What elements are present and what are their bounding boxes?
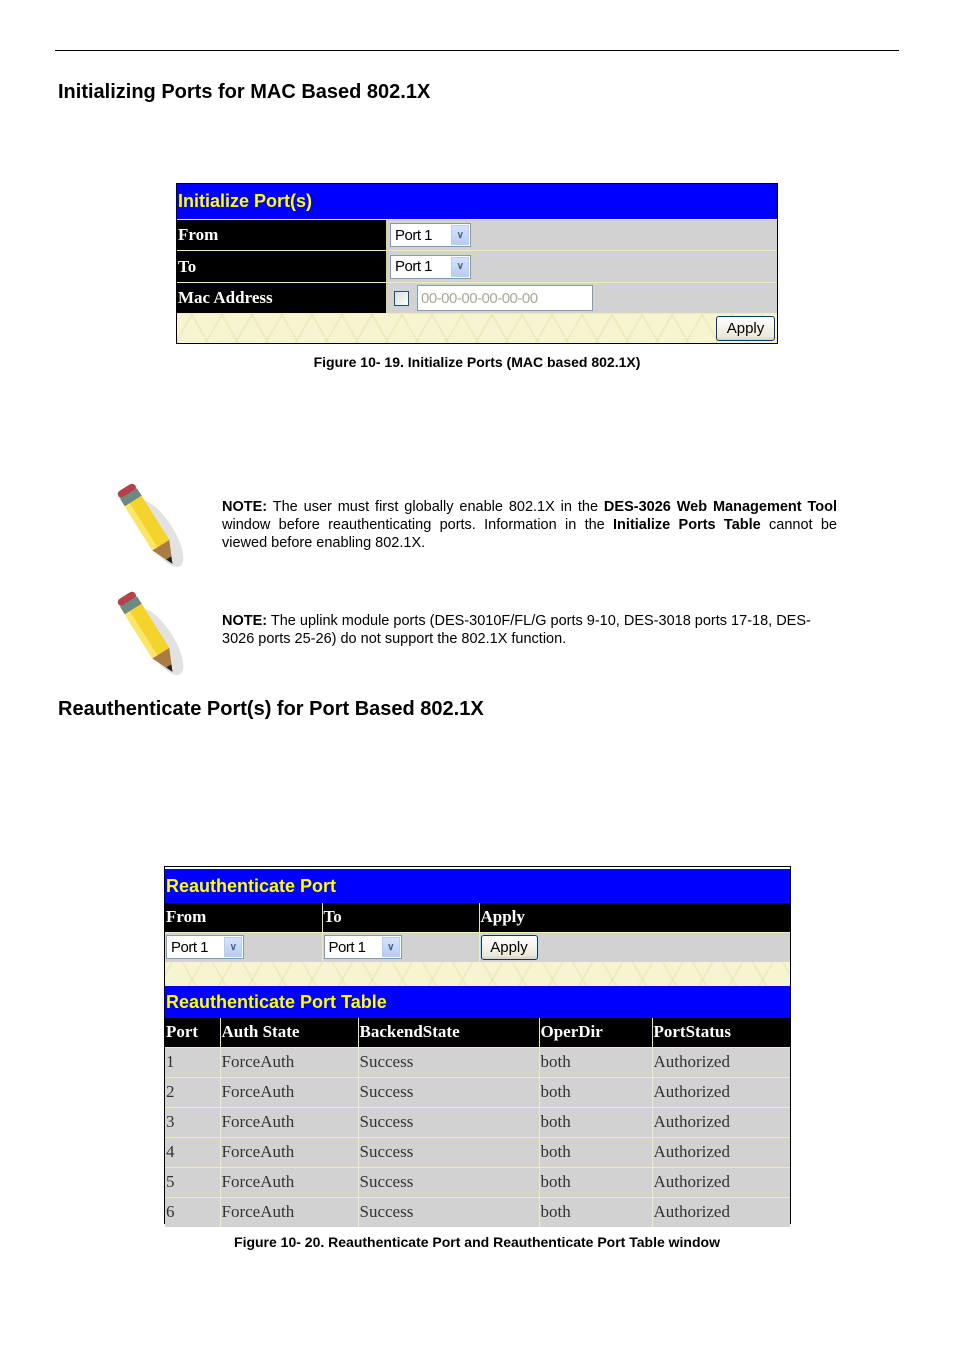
table-cell: ForceAuth [219,1136,358,1167]
table-cell: Authorized [651,1076,790,1107]
to-port-value: Port 1 [395,258,433,275]
table-row: 3 ForceAuth Success both Authorized [165,1106,790,1137]
from-port-value: Port 1 [171,938,209,956]
note-text-part: The user must first globally enable 802.… [267,499,604,515]
table-cell: 2 [165,1076,220,1107]
panel-title: Reauthenticate Port [165,869,790,903]
to-port-value: Port 1 [328,938,367,956]
figure-caption-20: Figure 10- 20. Reauthenticate Port and R… [234,1234,720,1250]
table-cell: Authorized [651,1166,790,1197]
chevron-down-icon: ∨ [451,225,469,245]
table-cell: both [538,1136,652,1167]
section-heading-initialize: Initializing Ports for MAC Based 802.1X [58,81,431,103]
form-input-row: Port 1 ∨ Port 1 ∨ Apply [165,931,790,962]
top-rule [55,50,899,51]
table-cell: Success [357,1166,539,1197]
reauthenticate-port-table: Port Auth State BackendState OperDir Por… [165,1018,790,1227]
to-row: To Port 1 ∨ [177,250,777,282]
note-text-1: NOTE: The user must first globally enabl… [222,498,837,552]
reauth-apply-button[interactable]: Apply [480,934,538,960]
table-row: 4 ForceAuth Success both Authorized [165,1136,790,1167]
column-header-port-status: PortStatus [651,1018,790,1047]
reauthenticate-form: From To Apply Port 1 ∨ Port 1 ∨ Apply [165,903,790,962]
chevron-down-icon: ∨ [381,937,400,958]
mac-address-checkbox[interactable] [394,290,409,306]
table-title: Reauthenticate Port Table [165,986,790,1018]
table-cell: both [538,1166,652,1197]
column-header-backend-state: BackendState [357,1018,539,1047]
note-text-bold: DES-3026 Web Management Tool [603,499,838,515]
from-row: From Port 1 ∨ [177,219,777,250]
table-cell: both [538,1196,652,1227]
note-text-2: NOTE: The uplink module ports (DES-3010F… [222,612,837,648]
note-1: NOTE: The user must first globally enabl… [110,474,840,579]
to-port-select[interactable]: Port 1 ∨ [390,254,471,279]
chevron-down-icon: ∨ [224,937,242,958]
table-cell: Success [357,1076,539,1107]
from-label: From [177,220,388,250]
apply-button[interactable]: Apply [716,316,775,341]
table-row: 1 ForceAuth Success both Authorized [165,1046,790,1077]
note-text-bold: Initialize Ports Table [613,517,761,533]
table-cell: Success [357,1106,539,1137]
table-cell: Authorized [651,1136,790,1167]
reauthenticate-port-panel: Reauthenticate Port From To Apply Port 1… [164,866,791,1227]
figure-caption-19: Figure 10- 19. Initialize Ports (MAC bas… [313,354,641,370]
table-cell: ForceAuth [219,1046,358,1077]
note-prefix: NOTE: [222,613,268,629]
mac-address-label: Mac Address [177,283,388,313]
table-cell: Authorized [651,1106,790,1137]
column-header: Apply [478,903,790,932]
note-text-part: The uplink module ports (DES-3010F/FL/G … [222,613,811,647]
chevron-down-icon: ∨ [451,256,469,277]
table-row: 5 ForceAuth Success both Authorized [165,1166,790,1197]
note-prefix: NOTE: [222,499,268,515]
table-cell: both [538,1046,652,1077]
table-cell: Success [357,1136,539,1167]
column-header: To [321,903,479,932]
to-label: To [177,251,388,282]
initialize-ports-panel: Initialize Port(s) From Port 1 ∨ To Port… [176,183,778,344]
note-2: NOTE: The uplink module ports (DES-3010F… [110,582,840,682]
reauth-from-port-select[interactable]: Port 1 ∨ [166,935,244,960]
table-cell: both [538,1076,652,1107]
pencil-icon [117,483,184,568]
pattern-separator [165,962,790,986]
table-cell: Authorized [651,1046,790,1077]
table-row: 6 ForceAuth Success both Authorized [165,1196,790,1227]
column-header-auth-state: Auth State [219,1018,358,1047]
column-header-port: Port [165,1018,220,1047]
table-cell: 3 [165,1106,220,1137]
table-cell: 6 [165,1196,220,1227]
from-port-select[interactable]: Port 1 ∨ [390,223,471,247]
table-cell: 4 [165,1136,220,1167]
table-cell: 5 [165,1166,220,1197]
panel-title: Initialize Port(s) [177,184,777,219]
mac-address-row: Mac Address 00-00-00-00-00-00 [177,282,777,313]
pencil-icon [117,591,184,676]
table-cell: Success [357,1046,539,1077]
table-row: 2 ForceAuth Success both Authorized [165,1076,790,1107]
table-cell: ForceAuth [219,1196,358,1227]
column-header: From [165,903,322,932]
table-cell: both [538,1106,652,1137]
column-header-oper-dir: OperDir [538,1018,652,1047]
table-cell: ForceAuth [219,1106,358,1137]
table-cell: 1 [165,1046,220,1077]
form-header-row: From To Apply [165,903,790,932]
section-heading-reauthenticate: Reauthenticate Port(s) for Port Based 80… [58,698,484,720]
table-cell: ForceAuth [219,1166,358,1197]
table-cell: Success [357,1196,539,1227]
table-cell: Authorized [651,1196,790,1227]
mac-address-input[interactable]: 00-00-00-00-00-00 [417,285,593,311]
reauth-to-port-select[interactable]: Port 1 ∨ [323,935,402,960]
apply-row: Apply [177,313,777,343]
note-text-part: window before reauthenticating ports. In… [222,517,614,533]
table-header-row: Port Auth State BackendState OperDir Por… [165,1018,790,1047]
from-port-value: Port 1 [395,226,433,244]
table-cell: ForceAuth [219,1076,358,1107]
